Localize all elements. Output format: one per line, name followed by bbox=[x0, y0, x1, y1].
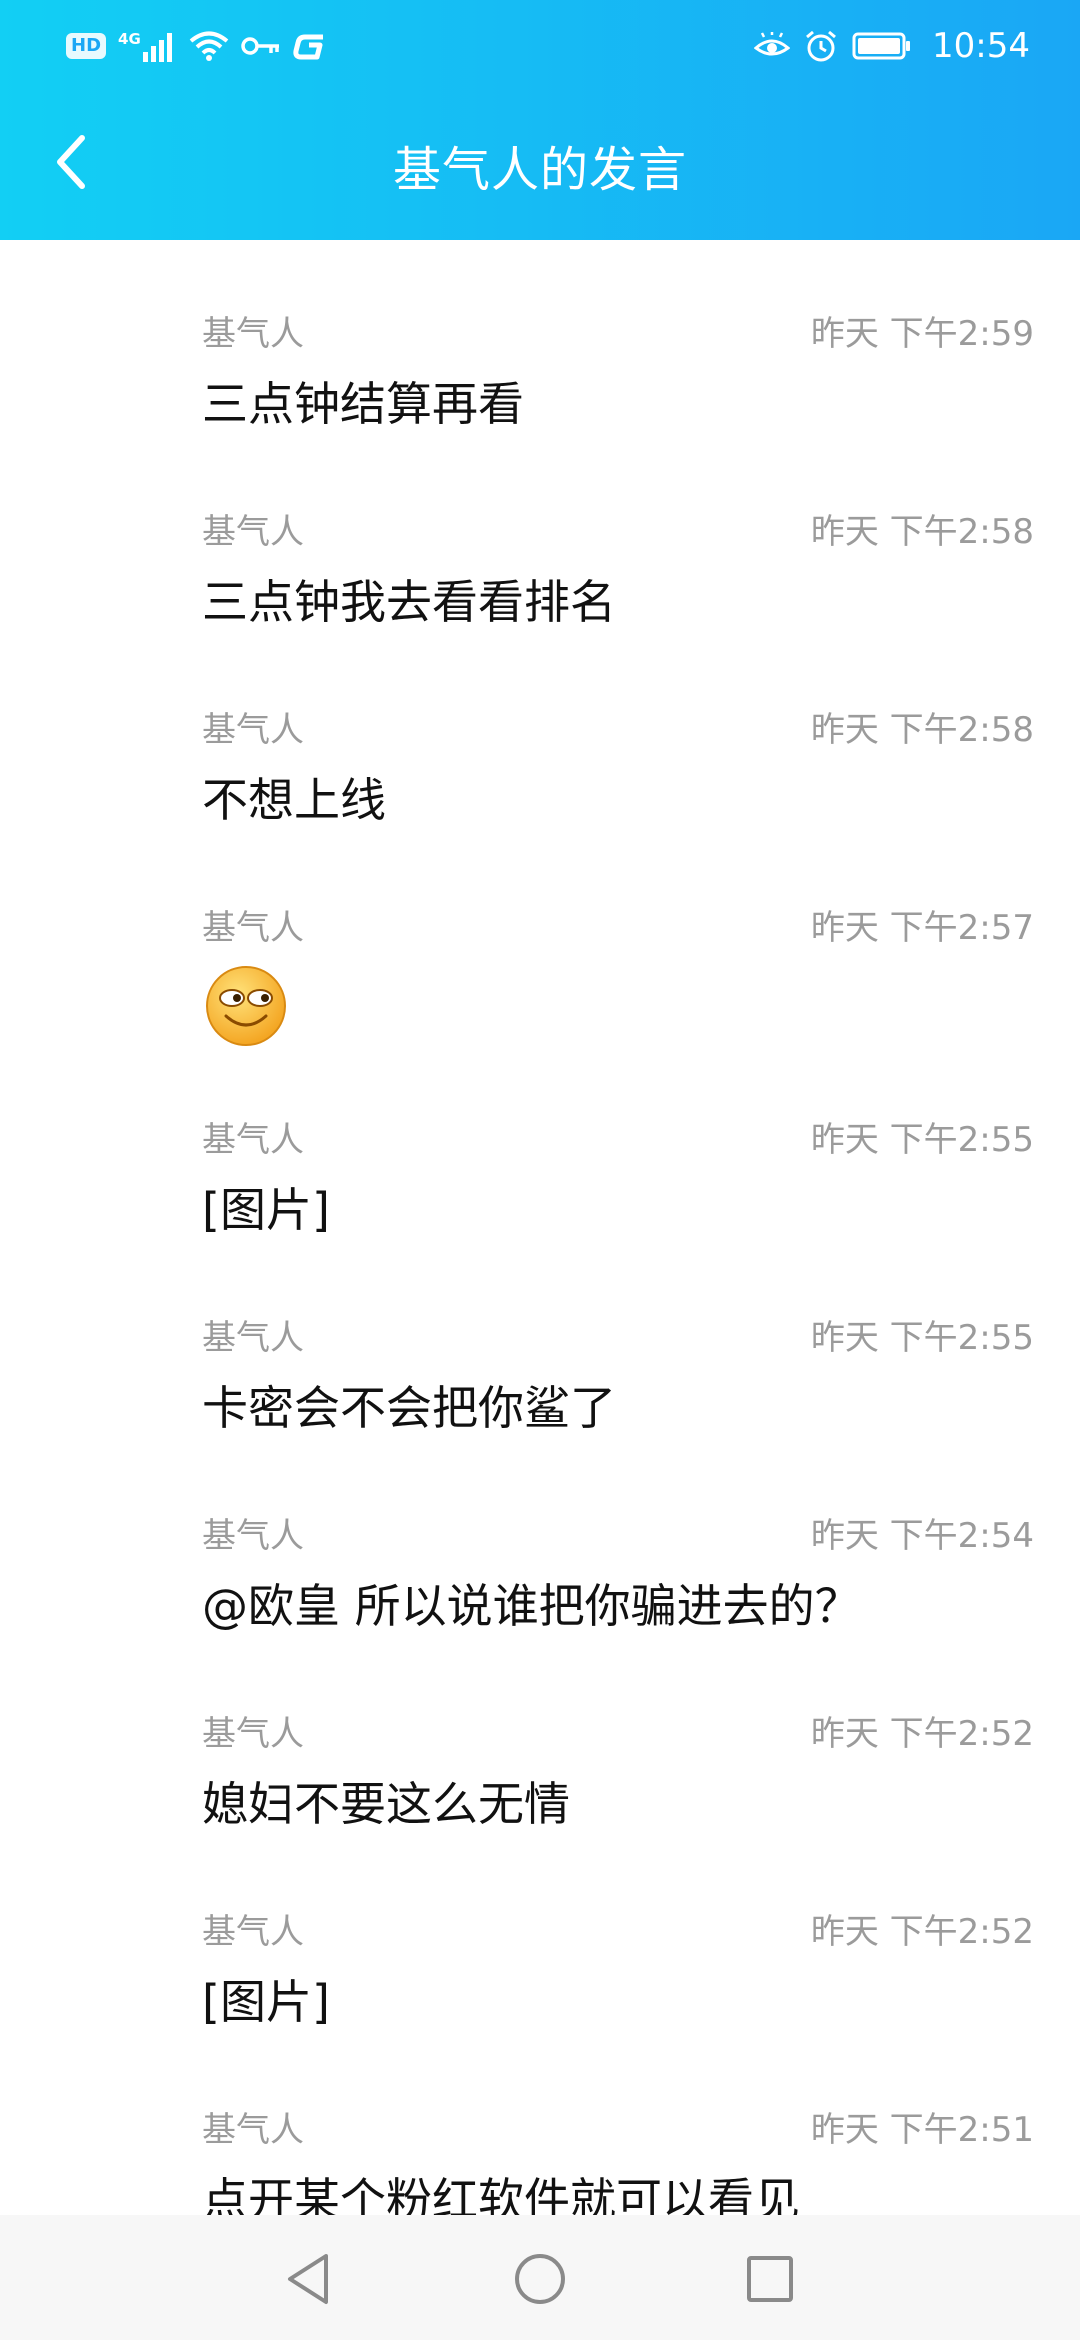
message-time: 昨天 下午2:55 bbox=[810, 1318, 1034, 1358]
message-list[interactable]: 基气人 昨天 下午2:59 三点钟结算再看 基气人 昨天 下午2:58 三点钟我… bbox=[0, 240, 1080, 2215]
sender-name: 基气人 bbox=[202, 512, 304, 552]
header: HD 4G 10:54 基气人的发言 bbox=[0, 0, 1080, 240]
sender-name: 基气人 bbox=[202, 710, 304, 750]
message-text: 卡密会不会把你鲨了 bbox=[202, 1381, 616, 1435]
sender-name: 基气人 bbox=[202, 2110, 304, 2150]
network-type-label: 4G bbox=[118, 30, 141, 48]
battery-icon bbox=[852, 32, 911, 60]
message-text: @欧皇 所以说谁把你骗进去的？ bbox=[202, 1579, 861, 1633]
clock: 10:54 bbox=[932, 26, 1030, 66]
page-title: 基气人的发言 bbox=[392, 142, 687, 198]
hd-badge: HD bbox=[66, 33, 107, 59]
message-time: 昨天 下午2:58 bbox=[810, 512, 1034, 552]
message-text: [图片] bbox=[202, 1183, 330, 1237]
message-time: 昨天 下午2:58 bbox=[810, 710, 1034, 750]
list-item[interactable]: 基气人 昨天 下午2:58 不想上线 bbox=[0, 636, 1080, 834]
sender-name: 基气人 bbox=[202, 908, 304, 948]
list-item[interactable]: 基气人 昨天 下午2:54 @欧皇 所以说谁把你骗进去的？ bbox=[0, 1442, 1080, 1640]
list-item[interactable]: 基气人 昨天 下午2:59 三点钟结算再看 bbox=[0, 240, 1080, 438]
sender-name: 基气人 bbox=[202, 1120, 304, 1160]
list-item[interactable]: 基气人 昨天 下午2:55 [图片] bbox=[0, 1046, 1080, 1244]
status-bar-right: 10:54 bbox=[754, 22, 1030, 70]
status-bar-left: HD 4G bbox=[66, 24, 327, 68]
message-time: 昨天 下午2:52 bbox=[810, 1912, 1034, 1952]
message-time: 昨天 下午2:59 bbox=[810, 314, 1034, 354]
triangle-back-icon bbox=[288, 2254, 328, 2304]
message-text: 媳妇不要这么无情 bbox=[202, 1777, 570, 1831]
wifi-icon bbox=[189, 31, 229, 61]
list-item[interactable]: 基气人 昨天 下午2:58 三点钟我去看看排名 bbox=[0, 438, 1080, 636]
circle-home-icon bbox=[515, 2254, 565, 2304]
vpn-key-icon bbox=[241, 37, 279, 55]
message-time: 昨天 下午2:51 bbox=[810, 2110, 1034, 2150]
message-text: 三点钟我去看看排名 bbox=[202, 575, 616, 629]
sender-name: 基气人 bbox=[202, 1318, 304, 1358]
title-bar: 基气人的发言 bbox=[0, 92, 1080, 240]
square-recents-icon bbox=[747, 2256, 793, 2302]
alarm-icon bbox=[806, 30, 836, 62]
navigation-bar bbox=[0, 2215, 1080, 2340]
list-item[interactable]: 基气人 昨天 下午2:52 [图片] bbox=[0, 1838, 1080, 2036]
sender-name: 基气人 bbox=[202, 1714, 304, 1754]
message-time: 昨天 下午2:52 bbox=[810, 1714, 1034, 1754]
screen: HD 4G 10:54 基气人的发言 基气人 昨天 下午2:59 三点钟结算再看… bbox=[0, 0, 1080, 2340]
sender-name: 基气人 bbox=[202, 1516, 304, 1556]
smiling-emoji-icon bbox=[206, 966, 286, 1046]
message-text: 三点钟结算再看 bbox=[202, 377, 524, 431]
sender-name: 基气人 bbox=[202, 1912, 304, 1952]
status-bar: HD 4G 10:54 bbox=[0, 0, 1080, 92]
list-item[interactable]: 基气人 昨天 下午2:51 点开某个粉红软件就可以看见 bbox=[0, 2036, 1080, 2215]
message-text: [图片] bbox=[202, 1975, 330, 2029]
list-item[interactable]: 基气人 昨天 下午2:52 媳妇不要这么无情 bbox=[0, 1640, 1080, 1838]
message-time: 昨天 下午2:57 bbox=[810, 908, 1034, 948]
sender-name: 基气人 bbox=[202, 314, 304, 354]
nav-recents-button[interactable] bbox=[742, 2251, 798, 2307]
message-time: 昨天 下午2:54 bbox=[810, 1516, 1034, 1556]
message-text: 点开某个粉红软件就可以看见 bbox=[202, 2173, 800, 2215]
list-item[interactable]: 基气人 昨天 下午2:55 卡密会不会把你鲨了 bbox=[0, 1244, 1080, 1442]
nav-back-button[interactable] bbox=[280, 2251, 336, 2307]
eye-comfort-icon bbox=[754, 32, 791, 56]
list-item[interactable]: 基气人 昨天 下午2:57 bbox=[0, 834, 1080, 1046]
cellular-signal-icon: 4G bbox=[118, 30, 177, 62]
g-app-icon bbox=[293, 34, 323, 60]
nav-home-button[interactable] bbox=[512, 2251, 568, 2307]
message-time: 昨天 下午2:55 bbox=[810, 1120, 1034, 1160]
message-text: 不想上线 bbox=[202, 773, 386, 827]
